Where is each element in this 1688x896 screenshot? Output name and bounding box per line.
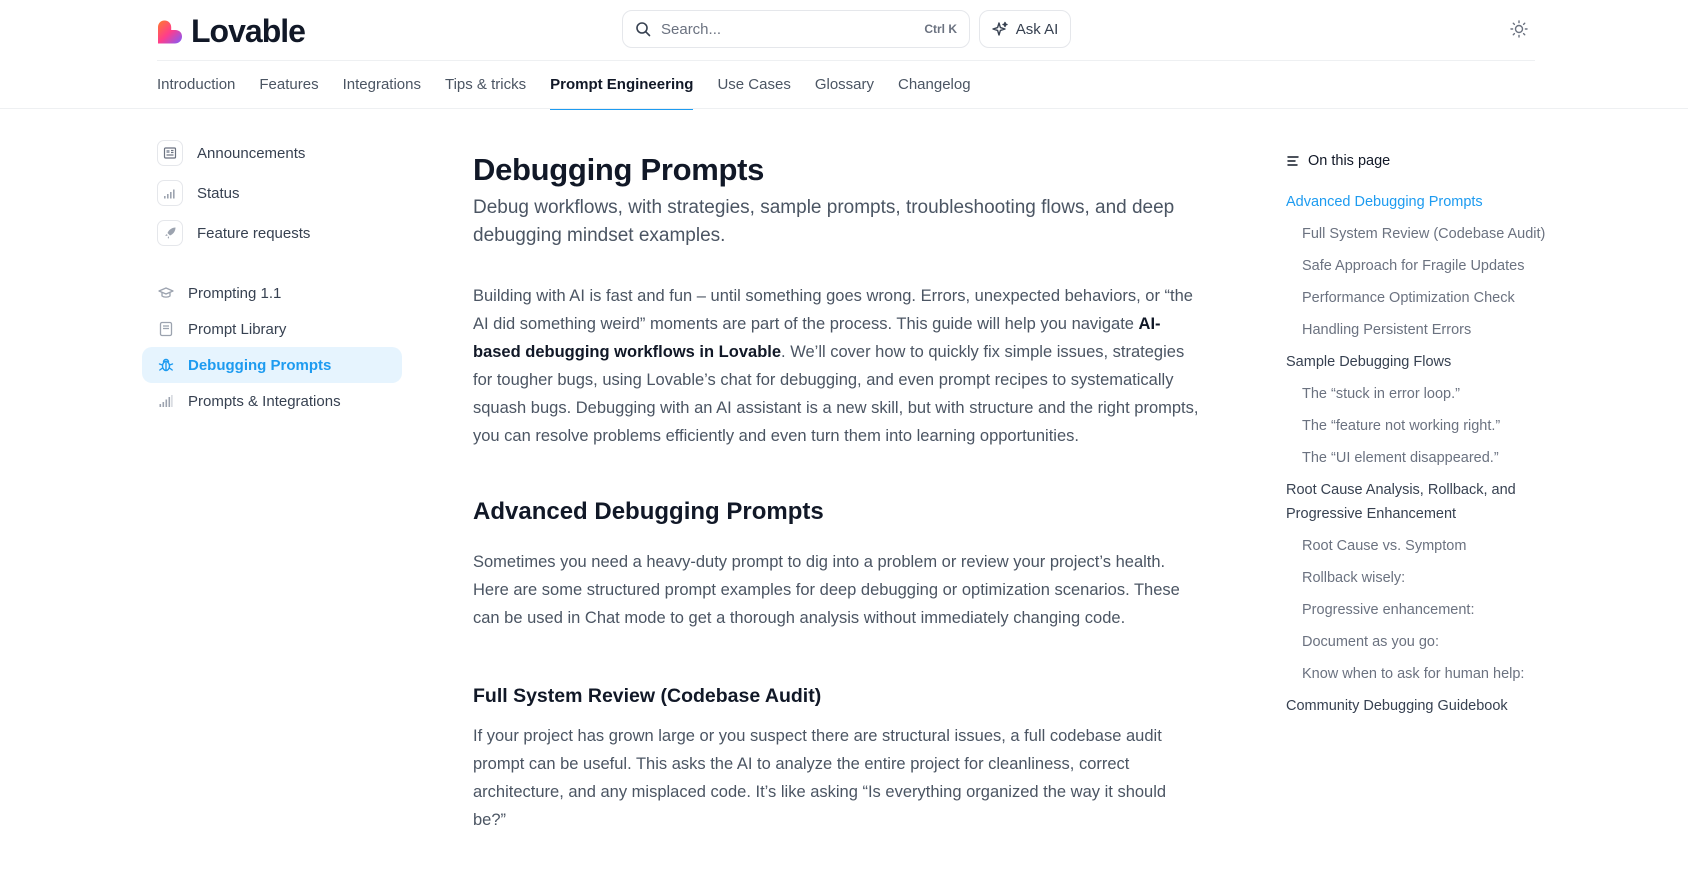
toc-link[interactable]: Advanced Debugging Prompts	[1286, 186, 1586, 218]
sidebar: Announcements Status Feature requests Pr…	[142, 133, 402, 419]
toc-link[interactable]: Performance Optimization Check	[1286, 282, 1586, 314]
toc-link[interactable]: Handling Persistent Errors	[1286, 314, 1586, 346]
sidebar-link-label: Announcements	[197, 144, 306, 162]
tab-prompt-engineering[interactable]: Prompt Engineering	[550, 61, 694, 110]
sidebar-item-prompt-library[interactable]: Prompt Library	[142, 311, 402, 347]
toc-header: On this page	[1286, 150, 1586, 172]
sidebar-link-label: Feature requests	[197, 224, 311, 242]
toc-link[interactable]: Root Cause vs. Symptom	[1286, 530, 1586, 562]
ask-ai-button[interactable]: Ask AI	[979, 10, 1071, 48]
top-header: Lovable Search... Ctrl K Ask AI	[0, 0, 1688, 61]
signal-icon	[157, 392, 175, 410]
toc-link[interactable]: Safe Approach for Fragile Updates	[1286, 250, 1586, 282]
page-subtitle: Debug workflows, with strategies, sample…	[473, 197, 1175, 246]
sidebar-item-prompts-integrations[interactable]: Prompts & Integrations	[142, 383, 402, 419]
tab-integrations[interactable]: Integrations	[343, 61, 421, 109]
rocket-icon	[157, 220, 183, 246]
toc-link[interactable]: Know when to ask for human help:	[1286, 658, 1586, 690]
article: Debugging Prompts Debug workflows, with …	[473, 150, 1199, 834]
intro-paragraph: Building with AI is fast and fun – until…	[473, 282, 1199, 450]
search-shortcut: Ctrl K	[924, 22, 957, 36]
section-paragraph: Sometimes you need a heavy-duty prompt t…	[473, 553, 1180, 627]
toc-link[interactable]: The “stuck in error loop.”	[1286, 378, 1586, 410]
sparkle-icon	[992, 21, 1008, 36]
lovable-heart-icon	[158, 20, 182, 43]
tab-tips-tricks[interactable]: Tips & tricks	[445, 61, 526, 109]
section-heading: Advanced Debugging Prompts	[473, 498, 824, 525]
book-icon	[157, 320, 175, 338]
table-of-contents: On this page Advanced Debugging Prompts F…	[1286, 150, 1586, 722]
toc-link[interactable]: Progressive enhancement:	[1286, 594, 1586, 626]
toc-link[interactable]: The “feature not working right.”	[1286, 410, 1586, 442]
sidebar-item-label: Prompt Library	[188, 320, 287, 338]
sidebar-link-feature-requests[interactable]: Feature requests	[142, 213, 402, 253]
bug-icon	[157, 356, 175, 374]
signal-icon	[157, 180, 183, 206]
page-title: Debugging Prompts	[473, 152, 765, 187]
ask-ai-label: Ask AI	[1015, 20, 1059, 38]
brand-logo[interactable]: Lovable	[157, 13, 306, 50]
sun-icon	[1510, 20, 1528, 38]
newspaper-icon	[157, 140, 183, 166]
subsection-paragraph: If your project has grown large or you s…	[473, 727, 1167, 829]
toc-link[interactable]: Sample Debugging Flows	[1286, 346, 1586, 378]
search-placeholder: Search...	[661, 20, 722, 38]
tab-changelog[interactable]: Changelog	[898, 61, 971, 109]
sidebar-link-status[interactable]: Status	[142, 173, 402, 213]
toc-link[interactable]: Full System Review (Codebase Audit)	[1286, 218, 1586, 250]
tab-glossary[interactable]: Glossary	[815, 61, 874, 109]
graduation-cap-icon	[157, 284, 175, 302]
intro-text-start: Building with AI is fast and fun – until…	[473, 287, 1193, 333]
tab-use-cases[interactable]: Use Cases	[717, 61, 790, 109]
toc-link[interactable]: Document as you go:	[1286, 626, 1586, 658]
toc-link[interactable]: The “UI element disappeared.”	[1286, 442, 1586, 474]
toc-link[interactable]: Community Debugging Guidebook	[1286, 690, 1586, 722]
sidebar-item-prompting[interactable]: Prompting 1.1	[142, 275, 402, 311]
toc-heading: On this page	[1308, 153, 1391, 169]
toc-link[interactable]: Root Cause Analysis, Rollback, and Progr…	[1286, 474, 1586, 530]
search-icon	[636, 22, 651, 37]
toc-list: Advanced Debugging Prompts Full System Re…	[1286, 186, 1586, 722]
subsection-heading: Full System Review (Codebase Audit)	[473, 685, 822, 707]
search-input[interactable]: Search... Ctrl K	[622, 10, 970, 48]
sidebar-link-announcements[interactable]: Announcements	[142, 133, 402, 173]
sidebar-item-label: Prompting 1.1	[188, 284, 282, 302]
theme-toggle-button[interactable]	[1508, 18, 1530, 40]
sidebar-item-debugging-prompts[interactable]: Debugging Prompts	[142, 347, 402, 383]
top-tabs: Introduction Features Integrations Tips …	[157, 61, 995, 110]
brand-name: Lovable	[191, 13, 306, 49]
tab-introduction[interactable]: Introduction	[157, 61, 235, 109]
sidebar-link-label: Status	[197, 184, 240, 202]
tab-features[interactable]: Features	[259, 61, 318, 109]
sidebar-item-label: Debugging Prompts	[188, 356, 332, 374]
list-icon	[1287, 156, 1299, 166]
toc-link[interactable]: Rollback wisely:	[1286, 562, 1586, 594]
sidebar-item-label: Prompts & Integrations	[188, 392, 341, 410]
tabs-divider	[0, 108, 1688, 109]
